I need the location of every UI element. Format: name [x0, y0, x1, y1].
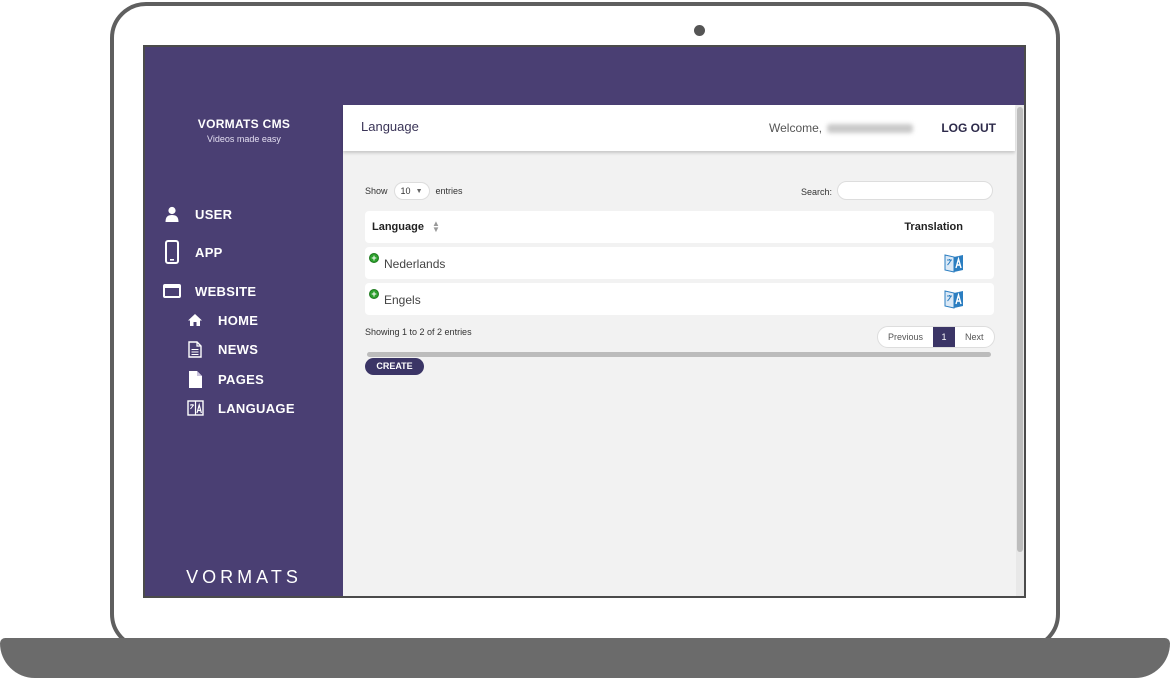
page-1-button[interactable]: 1: [933, 327, 956, 347]
mobile-icon: [163, 240, 181, 264]
sidebar: VORMATS CMS Videos made easy USER APP WE…: [145, 105, 343, 596]
previous-button[interactable]: Previous: [878, 327, 933, 347]
sidebar-item-label: APP: [195, 244, 223, 260]
scrollbar-thumb[interactable]: [1017, 107, 1023, 552]
sidebar-item-label: LANGUAGE: [218, 400, 295, 416]
sidebar-subitem-language[interactable]: LANGUAGE: [186, 399, 295, 417]
column-header-label: Language: [372, 221, 424, 233]
main-content: Language Welcome, LOG OUT Show 10 ▼ entr…: [343, 105, 1024, 596]
caret-down-icon: ▼: [415, 187, 423, 195]
sidebar-item-label: WEBSITE: [195, 283, 257, 299]
page-length-value: 10: [400, 186, 411, 196]
translate-icon[interactable]: [944, 289, 964, 309]
camera-icon: [694, 25, 705, 36]
sort-icon: ▲ ▼: [431, 219, 440, 234]
table-row: + Nederlands: [365, 247, 994, 279]
home-icon: [186, 311, 204, 329]
document-icon: [186, 340, 204, 358]
logout-button[interactable]: LOG OUT: [941, 121, 996, 135]
search-input[interactable]: [837, 181, 993, 200]
horizontal-scrollbar[interactable]: [367, 352, 991, 357]
translate-icon[interactable]: [944, 253, 964, 273]
table-header: Language ▲ ▼ Translation: [365, 211, 994, 243]
entries-label: entries: [435, 186, 463, 196]
sidebar-subitem-news[interactable]: NEWS: [186, 340, 258, 358]
sidebar-item-label: USER: [195, 206, 233, 222]
sidebar-item-label: HOME: [218, 312, 259, 328]
pagination: Previous 1 Next: [877, 326, 995, 348]
translate-icon: [186, 399, 204, 417]
app-screen: VORMATS CMS Videos made easy USER APP WE…: [143, 45, 1026, 598]
welcome-text: Welcome,: [769, 121, 914, 135]
sidebar-item-website[interactable]: WEBSITE: [163, 282, 256, 300]
column-header-translation: Translation: [904, 221, 963, 233]
page-length-select[interactable]: 10 ▼: [393, 182, 430, 200]
sidebar-item-user[interactable]: USER: [163, 205, 232, 223]
top-band: [145, 47, 1024, 105]
page-length-control: Show 10 ▼ entries: [365, 182, 463, 200]
page-title: Language: [361, 119, 419, 134]
create-button[interactable]: CREATE: [365, 358, 424, 375]
column-header-language[interactable]: Language ▲ ▼: [372, 219, 440, 234]
show-label: Show: [365, 186, 388, 196]
search-label: Search:: [801, 187, 833, 197]
table-row: + Engels: [365, 283, 994, 315]
sidebar-item-label: PAGES: [218, 371, 265, 387]
redacted-email: [827, 124, 914, 134]
expand-row-icon[interactable]: +: [369, 289, 379, 299]
sidebar-subitem-pages[interactable]: PAGES: [186, 370, 264, 388]
window-icon: [163, 282, 181, 300]
language-name: Engels: [384, 293, 421, 307]
brand-tagline: Videos made easy: [207, 134, 281, 144]
page-icon: [186, 370, 204, 388]
vormats-logo: VORMATS: [186, 567, 302, 587]
user-icon: [163, 205, 181, 223]
page-header: Language Welcome, LOG OUT: [343, 105, 1015, 151]
welcome-label: Welcome,: [769, 121, 823, 135]
expand-row-icon[interactable]: +: [369, 253, 379, 263]
table-info: Showing 1 to 2 of 2 entries: [365, 327, 472, 337]
next-button[interactable]: Next: [955, 327, 994, 347]
sidebar-item-label: NEWS: [218, 341, 259, 357]
laptop-base: [0, 638, 1170, 678]
brand: VORMATS CMS Videos made easy: [145, 117, 343, 144]
brand-name: VORMATS CMS: [197, 117, 291, 131]
language-name: Nederlands: [384, 257, 446, 271]
sidebar-subitem-home[interactable]: HOME: [186, 311, 258, 329]
sidebar-item-app[interactable]: APP: [163, 240, 223, 264]
vertical-scrollbar[interactable]: [1016, 105, 1024, 596]
